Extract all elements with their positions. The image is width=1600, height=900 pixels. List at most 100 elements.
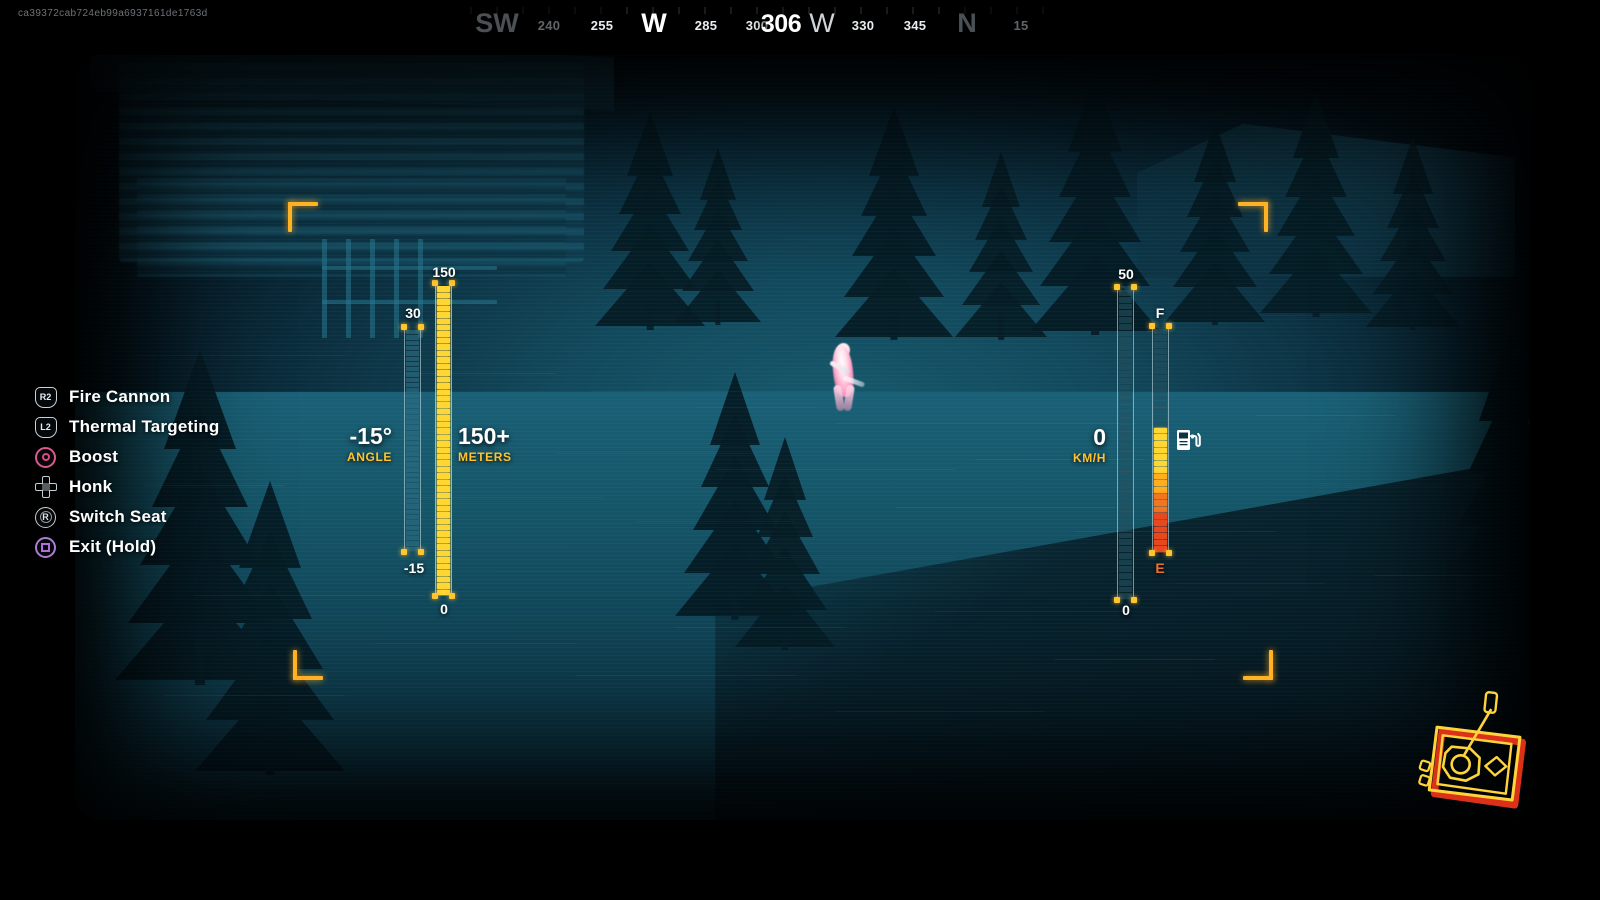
gauge-segment [437,538,450,543]
tank-status-icon [1398,680,1548,835]
dpad-icon [34,476,57,499]
speed-gauge [1117,290,1134,600]
gauge-segment [406,362,419,366]
pine-tree [835,110,953,340]
pine-tree [675,150,761,325]
compass-tick-mark [548,7,550,14]
dpad-glyph [35,476,57,498]
gauge-segment [1119,587,1132,593]
gauge-segment [406,346,419,350]
control-hint-row: Exit (Hold) [34,532,219,562]
gauge-segment [1154,448,1167,454]
distance-pip-top-right [449,280,455,286]
gauge-segment [1154,362,1167,368]
compass-tick-mark [1016,7,1018,14]
square-glyph [35,537,56,558]
gauge-segment [1154,434,1167,440]
gauge-segment [1154,520,1167,526]
gauge-segment [1154,408,1167,414]
gauge-segment [1119,317,1132,323]
gauge-segment [437,473,450,478]
compass-tick-mark [626,7,628,14]
gauge-segment [437,325,450,330]
gauge-segment [1154,388,1167,394]
gauge-segment [437,377,450,382]
gauge-segment [406,436,419,440]
gauge-segment [437,293,450,298]
speed-pip-bottom-left [1114,597,1120,603]
gauge-segment [406,431,419,435]
fuel-gauge-empty-label: E [1155,560,1164,576]
gauge-segment [406,478,419,482]
gauge-segment [406,341,419,345]
gauge-segment [1119,546,1132,552]
gauge-segment [406,494,419,498]
gauge-segment [1119,425,1132,431]
fuel-gauge-segments [1154,329,1167,553]
control-hint-label: Honk [69,477,112,497]
gauge-segment [1119,452,1132,458]
gauge-segment [437,396,450,401]
compass-tick-mark [1042,7,1044,14]
gauge-segment [1154,335,1167,341]
r2-trigger-icon: R2 [34,386,57,409]
compass-tick-mark [938,7,940,14]
gauge-segment [437,506,450,511]
compass-tick-mark [860,7,862,14]
gauge-segment [1119,566,1132,572]
fuel-pip-top-left [1149,323,1155,329]
gauge-segment [1119,391,1132,397]
gauge-segment [1154,467,1167,473]
gauge-segment [1154,349,1167,355]
l2-trigger-icon: L2 [34,416,57,439]
gauge-segment [406,409,419,413]
gauge-segment [437,357,450,362]
gauge-segment [437,383,450,388]
compass-tick-mark [496,7,498,14]
speed-gauge-bar [1117,290,1134,600]
gauge-segment [406,335,419,339]
gauge-segment [1154,368,1167,374]
compass-tick-mark [470,7,472,14]
speed-pip-top-right [1131,284,1137,290]
fuel-pump-icon [1176,428,1202,452]
speed-gauge-min-label: 0 [1122,602,1130,618]
angle-gauge-bar [404,330,421,552]
gauge-segment [437,351,450,356]
speed-readout: 0 KM/H [1020,426,1106,464]
distance-gauge-max-label: 150 [432,264,455,280]
r2-trigger-icon-glyph: R2 [35,387,57,408]
distance-gauge-min-label: 0 [440,601,448,617]
gauge-segment [406,526,419,530]
gauge-segment [1119,304,1132,310]
gauge-segment [1154,494,1167,500]
angle-pip-top-left [401,324,407,330]
pine-tree [1030,80,1160,335]
control-hint-row: R2 Fire Cannon [34,382,219,412]
gauge-segment [1119,364,1132,370]
gauge-segment [1119,479,1132,485]
angle-value: -15° [300,425,392,448]
gauge-segment [1119,553,1132,559]
gauge-segment [406,515,419,519]
gauge-segment [406,388,419,392]
distance-pip-top-left [432,280,438,286]
compass-tick-mark [704,7,706,14]
gauge-segment [437,583,450,588]
compass-tick-mark [730,7,732,14]
compass-tick-mark [886,7,888,14]
gauge-segment [1119,492,1132,498]
gauge-segment [1119,337,1132,343]
pine-tree [1505,165,1530,390]
angle-unit: ANGLE [300,451,392,463]
gauge-segment [406,499,419,503]
control-hint-label: Switch Seat [69,507,167,527]
gauge-segment [406,462,419,466]
distance-unit: METERS [458,451,568,463]
angle-gauge-min-label: -15 [404,560,424,576]
gauge-segment [1154,507,1167,513]
gauge-segment [1154,395,1167,401]
gauge-segment [406,457,419,461]
gauge-segment [437,312,450,317]
gauge-segment [1119,499,1132,505]
